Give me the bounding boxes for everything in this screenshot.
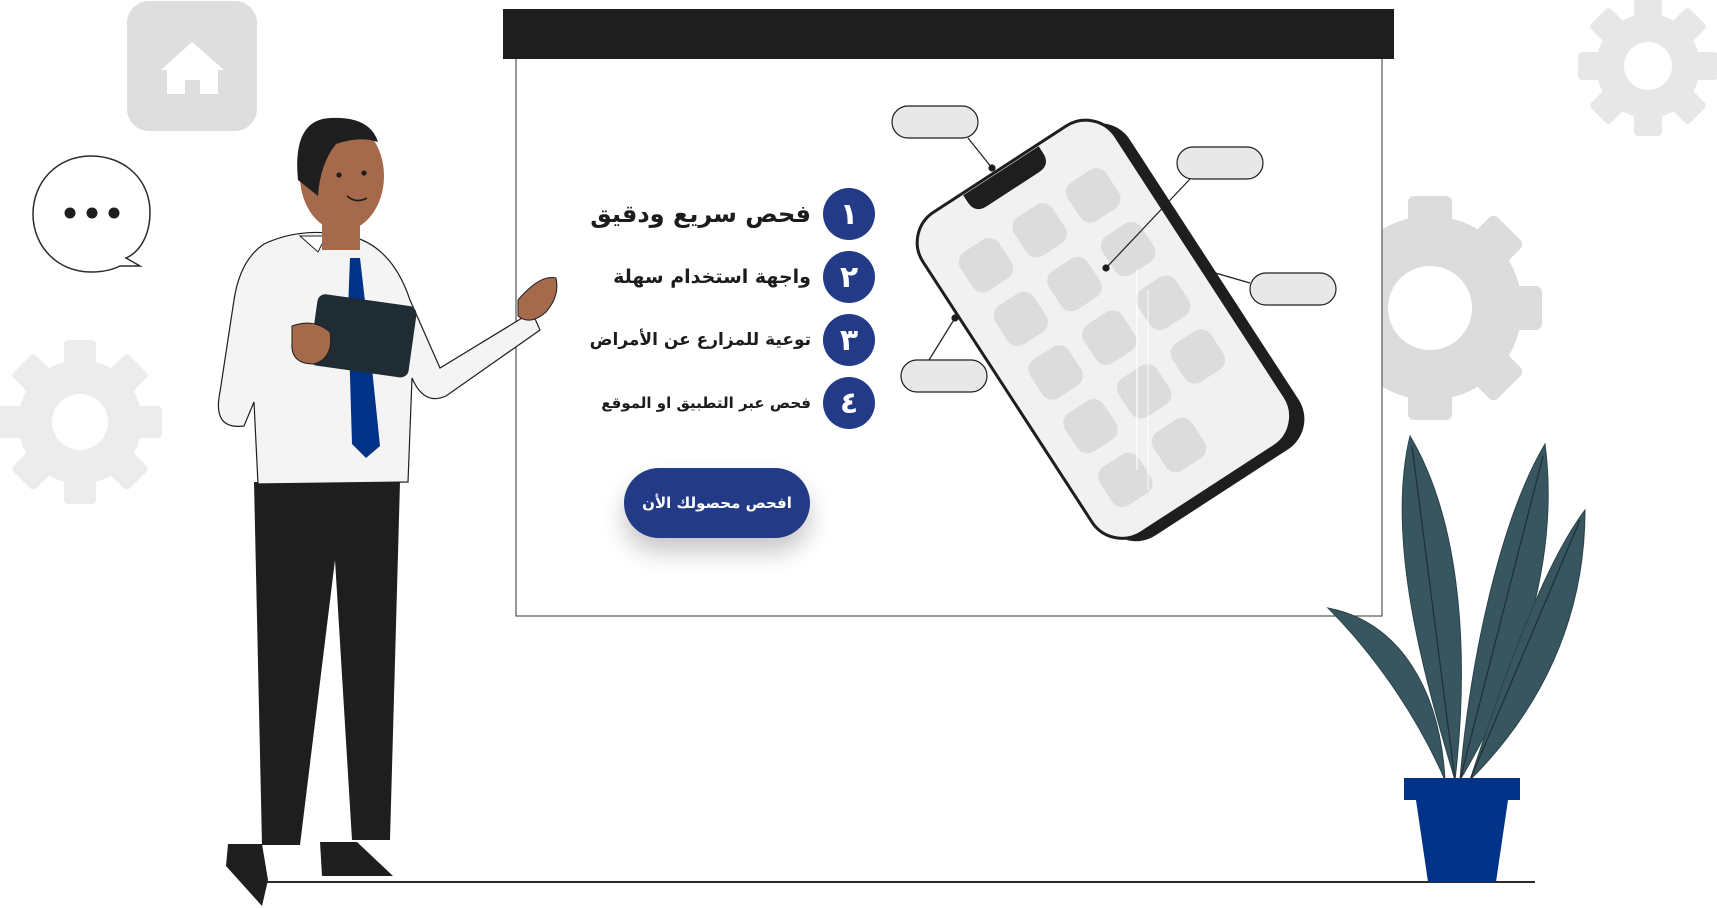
chat-bubble-icon — [32, 155, 151, 273]
feature-item-app-or-site: ٤ فحص عبر التطبيق او الموقع — [601, 375, 875, 431]
home-icon — [127, 1, 257, 131]
gear-icon — [0, 340, 162, 504]
feature-item-easy-interface: ٢ واجهة استخدام سهلة — [613, 249, 875, 305]
hero-illustration: ١ فحص سريع ودقيق ٢ واجهة استخدام سهلة ٣ … — [0, 0, 1717, 908]
feature-label: توعية للمزارع عن الأمراض — [589, 330, 811, 350]
scene-artwork — [0, 0, 1717, 906]
feature-number-badge: ٣ — [823, 314, 875, 366]
feature-number-badge: ٢ — [823, 251, 875, 303]
feature-number-badge: ١ — [823, 188, 875, 240]
feature-item-fast-scan: ١ فحص سريع ودقيق — [590, 186, 875, 242]
gear-icon — [1578, 0, 1717, 136]
feature-number-badge: ٤ — [823, 377, 875, 429]
feature-item-farmer-awareness: ٣ توعية للمزارع عن الأمراض — [590, 312, 875, 368]
feature-label: فحص عبر التطبيق او الموقع — [601, 394, 811, 412]
feature-label: واجهة استخدام سهلة — [613, 266, 811, 288]
presenter-person — [217, 117, 558, 906]
feature-label: فحص سريع ودقيق — [590, 200, 811, 228]
scan-crop-button[interactable]: افحص محصولك الأن — [624, 468, 810, 538]
